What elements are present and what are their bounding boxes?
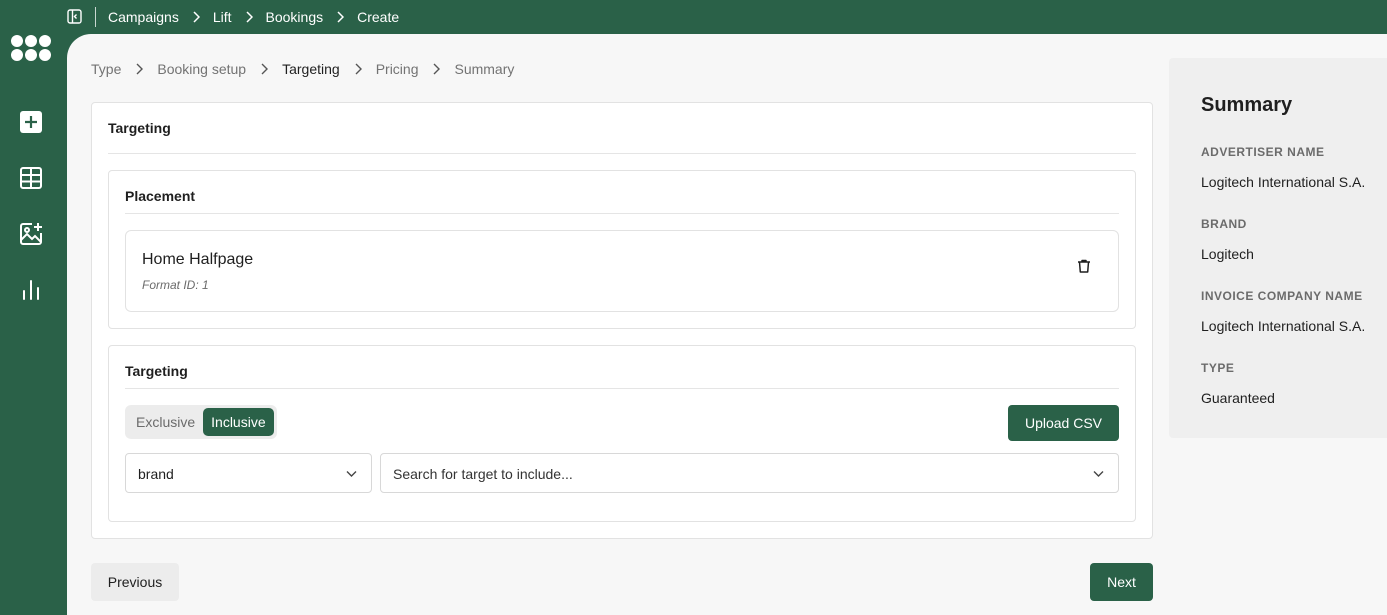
placement-title: Placement bbox=[125, 188, 196, 204]
summary-value-advertiser: Logitech International S.A. bbox=[1201, 174, 1366, 190]
card-title: Targeting bbox=[108, 120, 171, 136]
chevron-right-icon bbox=[355, 63, 362, 75]
summary-panel: Summary ADVERTISER NAME Logitech Interna… bbox=[1169, 58, 1387, 438]
summary-label-type: TYPE bbox=[1201, 361, 1235, 375]
summary-label-advertiser: ADVERTISER NAME bbox=[1201, 145, 1325, 159]
upload-csv-button[interactable]: Upload CSV bbox=[1008, 405, 1119, 441]
target-search-select[interactable]: Search for target to include... bbox=[380, 453, 1119, 493]
summary-value-brand: Logitech bbox=[1201, 246, 1254, 262]
toggle-inclusive[interactable]: Inclusive bbox=[203, 408, 274, 436]
chevron-right-icon bbox=[193, 11, 200, 23]
targeting-card: Targeting Placement Home Halfpage Format… bbox=[91, 102, 1153, 539]
placement-name: Home Halfpage bbox=[142, 251, 254, 268]
breadcrumb-bookings[interactable]: Bookings bbox=[266, 9, 324, 25]
placement-section: Placement Home Halfpage Format ID: 1 bbox=[108, 170, 1136, 329]
chevron-right-icon bbox=[136, 63, 144, 75]
step-booking-setup[interactable]: Booking setup bbox=[157, 61, 246, 77]
targeting-section: Targeting Exclusive Inclusive Upload CSV… bbox=[108, 345, 1136, 522]
inclusion-toggle: Exclusive Inclusive bbox=[125, 405, 277, 439]
divider bbox=[95, 7, 96, 27]
target-type-value: brand bbox=[138, 466, 174, 482]
placement-format-id: Format ID: 1 bbox=[142, 278, 209, 292]
divider bbox=[108, 153, 1136, 154]
chevron-right-icon bbox=[245, 11, 253, 23]
summary-label-brand: BRAND bbox=[1201, 217, 1247, 231]
targeting-title: Targeting bbox=[125, 363, 188, 379]
toggle-exclusive[interactable]: Exclusive bbox=[128, 408, 203, 436]
step-type[interactable]: Type bbox=[91, 61, 121, 77]
wizard-steps: Type Booking setup Targeting Pricing Sum… bbox=[91, 61, 514, 77]
table-icon[interactable] bbox=[18, 165, 44, 191]
add-icon[interactable] bbox=[18, 109, 44, 135]
breadcrumb-create: Create bbox=[357, 9, 400, 25]
previous-button[interactable]: Previous bbox=[91, 563, 179, 601]
target-type-select[interactable]: brand bbox=[125, 453, 372, 493]
summary-value-type: Guaranteed bbox=[1201, 390, 1275, 406]
top-bar: Campaigns Lift Bookings Create bbox=[0, 0, 1387, 34]
breadcrumb: Campaigns Lift Bookings Create bbox=[108, 9, 399, 25]
sidebar-toggle-icon[interactable] bbox=[67, 9, 82, 24]
main-content: Type Booking setup Targeting Pricing Sum… bbox=[67, 34, 1387, 615]
step-targeting[interactable]: Targeting bbox=[282, 61, 340, 77]
next-button[interactable]: Next bbox=[1090, 563, 1153, 601]
breadcrumb-campaigns[interactable]: Campaigns bbox=[108, 9, 179, 25]
add-image-icon[interactable] bbox=[18, 221, 44, 247]
chevron-right-icon bbox=[261, 63, 269, 75]
breadcrumb-lift[interactable]: Lift bbox=[213, 9, 232, 25]
step-summary[interactable]: Summary bbox=[454, 61, 514, 77]
divider bbox=[125, 213, 1119, 214]
summary-label-invoice-company: INVOICE COMPANY NAME bbox=[1201, 289, 1363, 303]
bar-chart-icon[interactable] bbox=[18, 277, 44, 303]
target-search-placeholder: Search for target to include... bbox=[393, 466, 573, 482]
chevron-right-icon bbox=[433, 63, 441, 75]
chevron-down-icon bbox=[1093, 471, 1104, 477]
side-rail bbox=[0, 0, 67, 615]
chevron-right-icon bbox=[337, 11, 345, 23]
divider bbox=[125, 388, 1119, 389]
summary-title: Summary bbox=[1201, 94, 1293, 116]
trash-icon[interactable] bbox=[1076, 258, 1092, 274]
step-pricing[interactable]: Pricing bbox=[376, 61, 419, 77]
placement-item: Home Halfpage Format ID: 1 bbox=[125, 230, 1119, 312]
chevron-down-icon bbox=[346, 471, 357, 477]
summary-value-invoice-company: Logitech International S.A. bbox=[1201, 318, 1366, 334]
